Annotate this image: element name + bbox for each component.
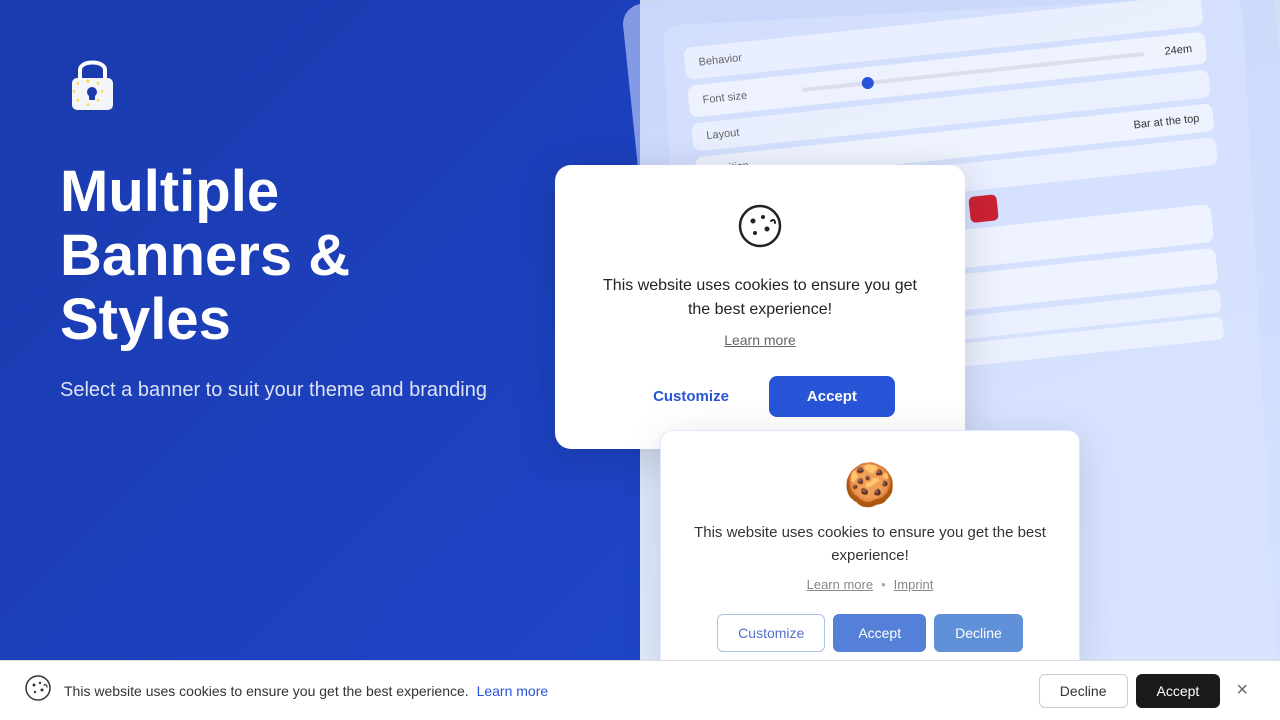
main-heading: MultipleBanners &Styles xyxy=(60,160,500,351)
banner-1-title: This website uses cookies to ensure you … xyxy=(595,274,925,322)
left-content: ★ ★ ★ ★ ★ ★ ★ ★ MultipleBanners &Styles … xyxy=(0,0,560,720)
bottom-decline-button[interactable]: Decline xyxy=(1039,674,1128,708)
svg-text:★: ★ xyxy=(85,78,90,85)
bottom-accept-button[interactable]: Accept xyxy=(1136,674,1221,708)
sub-text: Select a banner to suit your theme and b… xyxy=(60,375,500,405)
svg-text:★: ★ xyxy=(100,89,105,95)
bottom-bar-text: This website uses cookies to ensure you … xyxy=(64,683,1027,699)
swatch-crimson[interactable] xyxy=(968,194,999,223)
font-size-label: Font size xyxy=(702,86,783,106)
banner-1-accept-button[interactable]: Accept xyxy=(769,376,895,417)
svg-text:★: ★ xyxy=(86,102,91,108)
svg-text:★: ★ xyxy=(96,98,101,104)
banner-1: This website uses cookies to ensure you … xyxy=(555,165,965,449)
cookie-outline-icon xyxy=(595,201,925,262)
cookie-color-icon: 🍪 xyxy=(693,461,1047,510)
banner-2-accept-button[interactable]: Accept xyxy=(833,614,926,652)
font-size-value: 24em xyxy=(1164,43,1193,58)
svg-text:★: ★ xyxy=(96,81,101,87)
svg-text:★: ★ xyxy=(72,89,77,95)
banner-1-customize-button[interactable]: Customize xyxy=(625,376,757,417)
bottom-learn-more[interactable]: Learn more xyxy=(477,683,549,699)
dot-separator: • xyxy=(881,577,886,592)
svg-text:★: ★ xyxy=(76,81,81,87)
slider-thumb xyxy=(861,76,874,89)
banner-2-decline-button[interactable]: Decline xyxy=(934,614,1023,652)
eu-logo: ★ ★ ★ ★ ★ ★ ★ ★ xyxy=(60,50,125,115)
banner-2-imprint[interactable]: Imprint xyxy=(894,577,934,592)
banner-2: 🍪 This website uses cookies to ensure yo… xyxy=(660,430,1080,681)
banner-1-learn-more[interactable]: Learn more xyxy=(724,332,796,348)
behavior-label: Behavior xyxy=(698,48,779,68)
bottom-bar: This website uses cookies to ensure you … xyxy=(0,660,1280,720)
bottom-cookie-icon xyxy=(24,674,52,708)
layout-label: Layout xyxy=(706,122,787,142)
banner-2-actions: Customize Accept Decline xyxy=(693,614,1047,652)
banner-1-actions: Customize Accept xyxy=(595,376,925,417)
banner-2-links: Learn more • Imprint xyxy=(693,577,1047,592)
banner-2-customize-button[interactable]: Customize xyxy=(717,614,825,652)
banner-2-learn-more[interactable]: Learn more xyxy=(807,577,873,592)
bottom-close-button[interactable]: × xyxy=(1228,675,1256,706)
banner-2-title: This website uses cookies to ensure you … xyxy=(693,522,1047,567)
svg-text:★: ★ xyxy=(76,98,81,104)
position-value: Bar at the top xyxy=(1133,113,1200,132)
bottom-bar-actions: Decline Accept × xyxy=(1039,674,1256,708)
